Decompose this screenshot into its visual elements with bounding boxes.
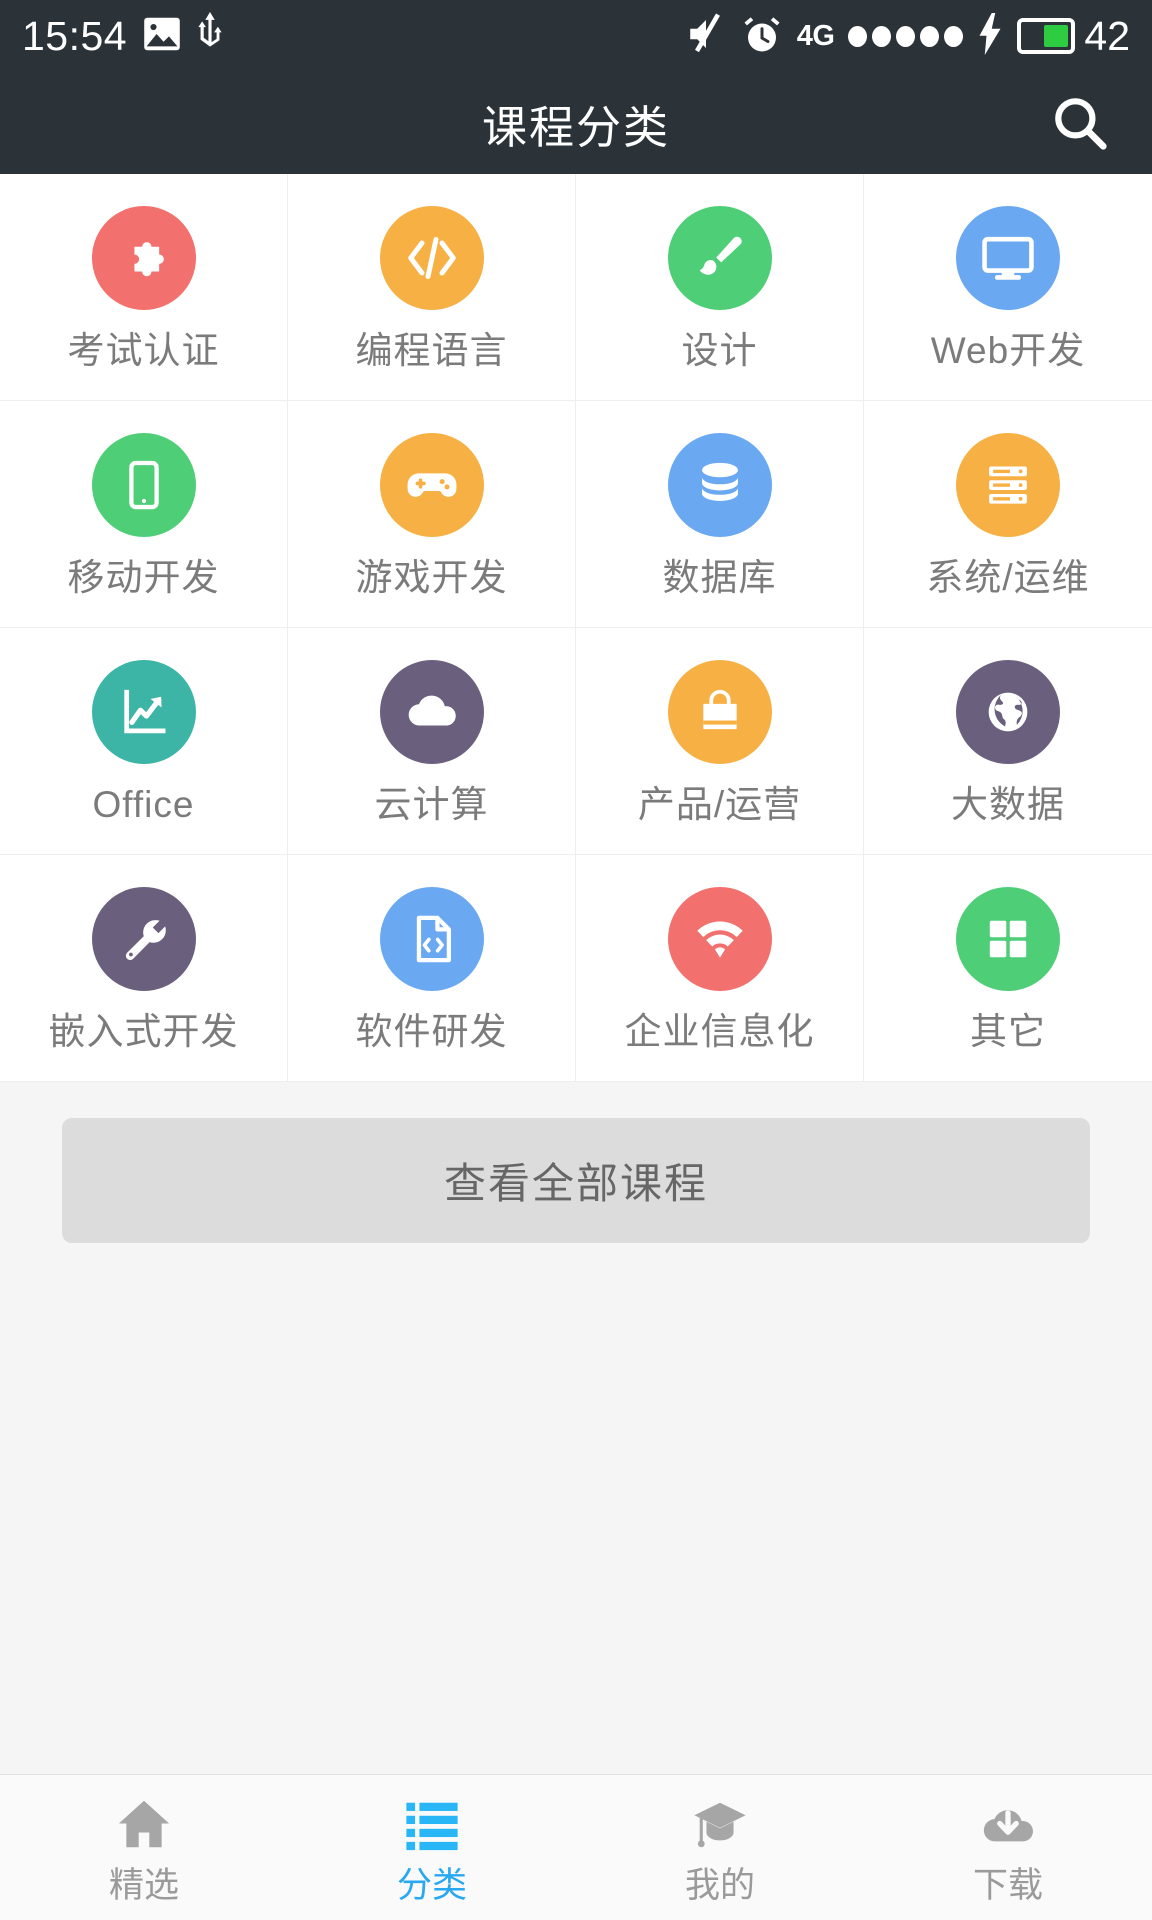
- grid-squares-icon: [956, 886, 1060, 991]
- battery-indicator: 42: [1017, 12, 1130, 59]
- bottom-tab-bar: 精选 分类 我的 下载: [0, 1774, 1152, 1920]
- view-all-courses-button[interactable]: 查看全部课程: [62, 1118, 1090, 1243]
- category-cell-7[interactable]: 系统/运维: [864, 401, 1152, 628]
- wrench-icon: [91, 886, 196, 991]
- category-cell-9[interactable]: 云计算: [288, 628, 576, 855]
- title-bar: 课程分类: [0, 72, 1152, 174]
- category-cell-0[interactable]: 考试认证: [0, 174, 288, 401]
- battery-icon: [1017, 18, 1076, 54]
- chart-growth-icon: [91, 659, 196, 764]
- category-grid: 考试认证 编程语言 设计 Web开发 移动开发 游戏开发 数据库 系统/运维 O…: [0, 174, 1152, 1082]
- usb-icon: [197, 11, 223, 61]
- code-brackets-icon: [379, 205, 484, 310]
- tab-featured[interactable]: 精选: [0, 1775, 288, 1920]
- category-label: 大数据: [951, 783, 1065, 825]
- mute-icon: [685, 13, 727, 60]
- code-file-icon: [379, 886, 484, 991]
- category-label: 嵌入式开发: [48, 1010, 239, 1052]
- tab-mine[interactable]: 我的: [576, 1775, 864, 1920]
- wifi-icon: [667, 886, 772, 991]
- smartphone-icon: [91, 432, 196, 537]
- tab-label: 精选: [108, 1866, 179, 1905]
- category-cell-6[interactable]: 数据库: [576, 401, 864, 628]
- alarm-icon: [741, 13, 783, 60]
- category-cell-15[interactable]: 其它: [864, 855, 1152, 1082]
- category-label: 设计: [681, 329, 758, 371]
- cloud-icon: [379, 659, 484, 764]
- category-label: 产品/运营: [637, 783, 802, 825]
- category-cell-14[interactable]: 企业信息化: [576, 855, 864, 1082]
- category-label: 移动开发: [67, 556, 220, 598]
- tab-label: 我的: [684, 1866, 755, 1905]
- search-icon[interactable]: [1044, 87, 1116, 159]
- database-icon: [667, 432, 772, 537]
- category-label: 其它: [970, 1010, 1046, 1052]
- category-label: 云计算: [374, 783, 489, 825]
- server-icon: [956, 432, 1060, 537]
- category-cell-13[interactable]: 软件研发: [288, 855, 576, 1082]
- tab-label: 分类: [396, 1866, 467, 1905]
- image-icon: [143, 17, 181, 56]
- category-cell-10[interactable]: 产品/运营: [576, 628, 864, 855]
- category-cell-1[interactable]: 编程语言: [288, 174, 576, 401]
- charging-bolt-icon: [977, 12, 1003, 60]
- list-icon: [402, 1792, 462, 1856]
- network-type: 4G: [796, 19, 835, 52]
- gamepad-icon: [379, 432, 484, 537]
- status-bar: 15:54 4G 42: [0, 0, 1152, 72]
- status-time: 15:54: [22, 12, 128, 59]
- tab-categories[interactable]: 分类: [288, 1775, 576, 1920]
- download-cloud-icon: [978, 1792, 1038, 1856]
- category-label: 软件研发: [355, 1010, 508, 1052]
- globe-icon: [956, 659, 1060, 764]
- category-cell-11[interactable]: 大数据: [864, 628, 1152, 855]
- category-label: 系统/运维: [926, 556, 1090, 598]
- puzzle-icon: [91, 205, 196, 310]
- category-cell-12[interactable]: 嵌入式开发: [0, 855, 288, 1082]
- paintbrush-icon: [667, 205, 772, 310]
- all-courses-section: 查看全部课程: [0, 1082, 1152, 1243]
- graduation-cap-icon: [690, 1792, 750, 1856]
- category-label: 企业信息化: [624, 1010, 815, 1052]
- signal-dots: [848, 25, 964, 47]
- tab-label: 下载: [972, 1866, 1043, 1905]
- page-title: 课程分类: [481, 101, 670, 153]
- app-screen: 15:54 4G 42 课程分类 考试认证 编程语言 设计 Web开发 移动开发…: [0, 0, 1152, 1920]
- home-icon: [113, 1792, 175, 1856]
- category-cell-4[interactable]: 移动开发: [0, 401, 288, 628]
- category-cell-3[interactable]: Web开发: [864, 174, 1152, 401]
- shopping-bag-icon: [667, 659, 772, 764]
- category-cell-5[interactable]: 游戏开发: [288, 401, 576, 628]
- category-label: 游戏开发: [355, 556, 508, 598]
- category-label: 考试认证: [67, 329, 220, 371]
- battery-level: 42: [1084, 12, 1130, 59]
- monitor-icon: [956, 205, 1060, 310]
- category-label: Office: [92, 783, 195, 825]
- status-bar-left: 15:54: [22, 11, 223, 61]
- empty-space: [0, 1243, 1152, 1774]
- category-label: Web开发: [930, 329, 1086, 371]
- status-bar-right: 4G 42: [685, 12, 1130, 60]
- category-label: 数据库: [662, 556, 777, 598]
- category-cell-8[interactable]: Office: [0, 628, 288, 855]
- category-label: 编程语言: [355, 329, 508, 371]
- tab-downloads[interactable]: 下载: [864, 1775, 1152, 1920]
- category-cell-2[interactable]: 设计: [576, 174, 864, 401]
